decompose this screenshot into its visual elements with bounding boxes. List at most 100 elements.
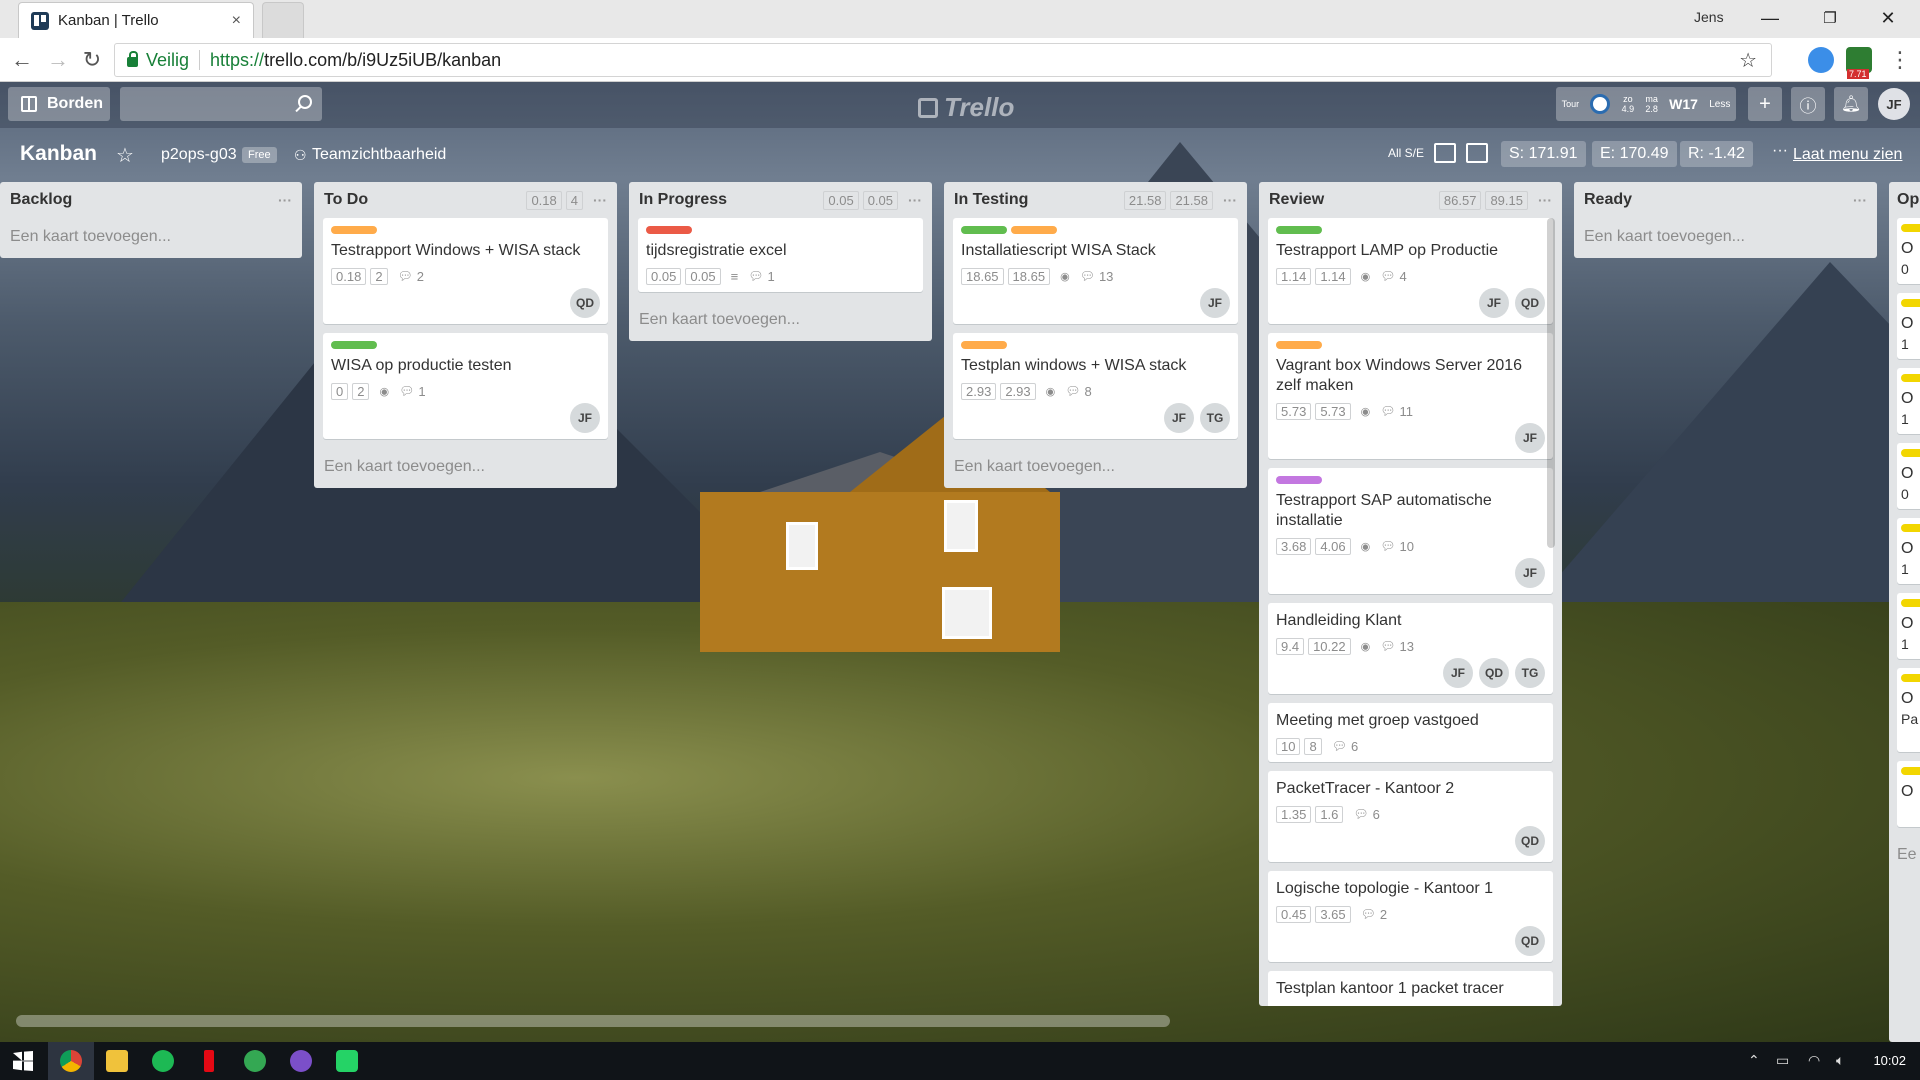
card-partial[interactable]: O0 [1897, 443, 1920, 509]
windows-start-icon[interactable] [0, 1042, 46, 1080]
list-header[interactable]: To Do 0.18 4 ··· [314, 182, 617, 218]
time-tracker-widget[interactable]: Tour zo 4.9 ma 2.8 W17 Less [1556, 87, 1736, 121]
list-title[interactable]: In Testing [954, 191, 1028, 209]
netflix-icon[interactable] [186, 1042, 232, 1080]
info-icon[interactable]: ⓘ [1791, 87, 1825, 121]
whatsapp-icon[interactable] [324, 1042, 370, 1080]
xbox-icon[interactable] [232, 1042, 278, 1080]
card[interactable]: Handleiding Klant 9.4 10.22 ◉ 💬︎ 13 JF QD TG [1268, 603, 1553, 694]
card[interactable]: Testplan kantoor 1 packet tracer 0.951.15… [1268, 971, 1553, 1006]
less-toggle[interactable]: Less [1709, 99, 1730, 110]
card[interactable]: Logische topologie - Kantoor 1 0.45 3.65 💬︎… [1268, 871, 1553, 962]
volume-muted-icon[interactable]: 🔈︎ [1836, 1052, 1844, 1069]
list-title[interactable]: Ready [1584, 191, 1632, 209]
show-menu-link[interactable]: Laat menu zien [1793, 146, 1902, 164]
file-explorer-icon[interactable] [94, 1042, 140, 1080]
clock[interactable]: 10:02 [1873, 1053, 1906, 1068]
member-avatar[interactable]: JF [1164, 403, 1194, 433]
card[interactable]: Installatiescript WISA Stack 18.65 18.65 ◉ 💬… [953, 218, 1238, 324]
member-avatar[interactable]: JF [1200, 288, 1230, 318]
list-title[interactable]: Op [1897, 191, 1919, 209]
add-card-link[interactable]: Een kaart toevoegen... [1574, 218, 1877, 258]
new-tab-button[interactable] [262, 2, 304, 38]
list-menu-icon[interactable]: ··· [1538, 192, 1552, 208]
card-partial[interactable]: O [1897, 761, 1920, 827]
browser-tab-kanban[interactable]: Kanban | Trello × [18, 2, 254, 38]
board-title[interactable]: Kanban [20, 142, 97, 166]
card-labels[interactable] [961, 341, 1230, 349]
label-orange[interactable] [331, 226, 377, 234]
restore-button[interactable]: ❐ [1806, 4, 1854, 32]
list-menu-icon[interactable]: ··· [278, 192, 292, 208]
member-avatar[interactable]: QD [570, 288, 600, 318]
card-labels[interactable] [1276, 226, 1545, 234]
chrome-menu-icon[interactable]: ⋮ [1886, 46, 1914, 74]
add-card-link[interactable]: Een kaart toevoegen... [629, 301, 932, 341]
member-avatar[interactable]: JF [1479, 288, 1509, 318]
bookmark-star-icon[interactable]: ☆ [1739, 48, 1757, 73]
chart-icon[interactable] [1466, 143, 1488, 163]
minimize-button[interactable]: — [1746, 4, 1794, 32]
label-red[interactable] [646, 226, 692, 234]
member-avatar[interactable]: JF [570, 403, 600, 433]
list-menu-icon[interactable]: ··· [593, 192, 607, 208]
card[interactable]: WISA op productie testen 0 2 ◉ 💬︎ 1 JF [323, 333, 608, 439]
add-card-link[interactable]: Een kaart toevoegen... [0, 218, 302, 258]
label-green[interactable] [331, 341, 377, 349]
member-avatar[interactable]: JF [1515, 558, 1545, 588]
card[interactable]: Testrapport LAMP op Productie 1.14 1.14 ◉ 💬︎… [1268, 218, 1553, 324]
list-header[interactable]: Review 86.57 89.15 ··· [1259, 182, 1562, 218]
spotify-icon[interactable] [140, 1042, 186, 1080]
member-avatar[interactable]: TG [1515, 658, 1545, 688]
card[interactable]: Testrapport Windows + WISA stack 0.18 2 💬︎ 2… [323, 218, 608, 324]
label-green[interactable] [1276, 226, 1322, 234]
card[interactable]: Vagrant box Windows Server 2016 zelf mak… [1268, 333, 1553, 459]
label-purple[interactable] [1276, 476, 1322, 484]
notification-bell-icon[interactable]: 🔔︎ [1834, 87, 1868, 121]
card[interactable]: Testplan windows + WISA stack 2.93 2.93 ◉ 💬︎… [953, 333, 1238, 439]
add-card-link[interactable]: Een kaart toevoegen... [944, 448, 1247, 488]
label-orange[interactable] [1276, 341, 1322, 349]
list-menu-icon[interactable]: ··· [908, 192, 922, 208]
card-partial[interactable]: O0 [1897, 218, 1920, 284]
team-name[interactable]: p2ops-g03 [161, 146, 237, 164]
list-title[interactable]: Review [1269, 191, 1324, 209]
profile-name[interactable]: Jens [1694, 9, 1724, 25]
list-scrollbar[interactable] [1547, 218, 1555, 548]
list-header[interactable]: Ready ··· [1574, 182, 1877, 218]
battery-icon[interactable]: ▭ [1776, 1052, 1789, 1069]
menu-dots-icon[interactable]: ··· [1772, 142, 1788, 160]
chrome-taskbar-icon[interactable] [48, 1042, 94, 1080]
card-labels[interactable] [1276, 476, 1545, 484]
member-avatar[interactable]: QD [1515, 288, 1545, 318]
list-title[interactable]: In Progress [639, 191, 727, 209]
visibility-button[interactable]: ⚇ Teamzichtbaarheid [294, 146, 446, 164]
tab-close-icon[interactable]: × [232, 12, 241, 30]
list-title[interactable]: Backlog [10, 191, 72, 209]
card[interactable]: PacketTracer - Kantoor 2 1.35 1.6 💬︎ 6 QD [1268, 771, 1553, 862]
card-labels[interactable] [331, 341, 600, 349]
boards-button[interactable]: Borden [8, 87, 110, 121]
close-window-button[interactable]: ✕ [1864, 4, 1912, 32]
card-labels[interactable] [961, 226, 1230, 234]
list-header[interactable]: Backlog ··· [0, 182, 302, 218]
card[interactable]: Meeting met groep vastgoed 10 8 💬︎ 6 [1268, 703, 1553, 762]
list-title[interactable]: To Do [324, 191, 368, 209]
tray-chevron-icon[interactable]: ⌃ [1748, 1052, 1760, 1069]
card-labels[interactable] [646, 226, 915, 234]
list-menu-icon[interactable]: ··· [1853, 192, 1867, 208]
member-avatar[interactable]: JF [1443, 658, 1473, 688]
timer-extension-icon[interactable]: 7.71 [1846, 47, 1872, 79]
card-labels[interactable] [1276, 341, 1545, 349]
card-partial[interactable]: O Pa [1897, 668, 1920, 752]
add-plus-icon[interactable]: + [1748, 87, 1782, 121]
member-avatar[interactable]: QD [1515, 826, 1545, 856]
search-input[interactable] [120, 87, 322, 121]
card-partial[interactable]: O1 [1897, 518, 1920, 584]
member-avatar[interactable]: JF [1878, 88, 1910, 120]
card[interactable]: Testrapport SAP automatische installatie… [1268, 468, 1553, 594]
back-arrow-icon[interactable]: ← [8, 46, 36, 74]
star-icon[interactable]: ☆ [116, 143, 134, 168]
add-card-link[interactable]: Ee [1889, 836, 1920, 876]
reload-icon[interactable]: ↻ [78, 46, 106, 74]
